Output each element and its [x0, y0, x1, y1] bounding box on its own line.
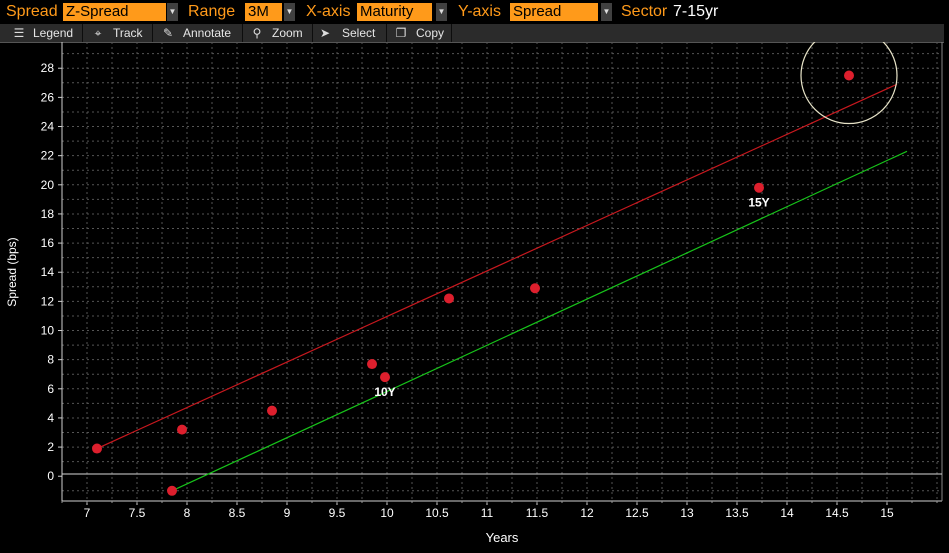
- x-tick-label: 10: [380, 506, 394, 520]
- data-point: [267, 405, 277, 416]
- x-tick-label: 9.5: [329, 506, 346, 520]
- y-tick-label: 14: [41, 265, 55, 279]
- x-tick-label: 8: [184, 506, 191, 520]
- y-tick-label: 6: [47, 382, 54, 396]
- y-tick-label: 28: [41, 61, 55, 75]
- clipboard-icon: ❐: [395, 26, 407, 40]
- y-tick-label: 18: [41, 207, 55, 221]
- x-tick-label: 7: [84, 506, 91, 520]
- sector-value: 7-15yr: [673, 3, 719, 20]
- data-point: [92, 443, 102, 454]
- x-tick-label: 14.5: [825, 506, 849, 520]
- x-tick-label: 12.5: [625, 506, 649, 520]
- x-tick-label: 8.5: [229, 506, 246, 520]
- data-point: [444, 293, 454, 304]
- data-point: [167, 485, 177, 496]
- copy-button[interactable]: ❐ Copy: [388, 24, 452, 42]
- y-tick-label: 24: [41, 120, 55, 134]
- zoom-button-label: Zoom: [272, 26, 303, 40]
- legend-button-label: Legend: [33, 26, 74, 40]
- scatter-chart[interactable]: 02468101214161820222426287 7.5 8 8.5 9 9.5 10 1…: [0, 42, 949, 553]
- copy-button-label: Copy: [416, 26, 445, 40]
- x-tick-label: 15: [880, 506, 894, 520]
- x-tick-label: 11.5: [526, 506, 549, 520]
- y-tick-label: 22: [41, 149, 55, 163]
- annotate-button[interactable]: ✎ Annotate: [154, 24, 243, 42]
- annotate-button-label: Annotate: [183, 26, 232, 40]
- data-points: 10Y 15Y: [92, 42, 898, 496]
- track-button[interactable]: ⌖ Track: [84, 24, 153, 42]
- gridlines: [62, 42, 942, 501]
- xaxis-dropdown[interactable]: Maturity: [357, 3, 432, 21]
- spread-dropdown[interactable]: Z-Spread: [63, 3, 166, 21]
- spread-label: Spread: [6, 3, 58, 20]
- y-tick-label: 0: [47, 469, 54, 483]
- y-tick-label: 26: [41, 90, 55, 104]
- yaxis-dropdown[interactable]: Spread: [510, 3, 598, 21]
- yaxis-dropdown-arrow-icon[interactable]: ▼: [601, 3, 612, 21]
- y-tick-label: 20: [41, 178, 55, 192]
- legend-icon: ☰: [13, 26, 25, 40]
- x-tick-label: 11: [481, 506, 494, 520]
- data-point: [177, 424, 187, 435]
- chart-toolbar: ☰ Legend ⌖ Track ✎ Annotate ⚲ Zoom ➤ Sel…: [0, 24, 944, 43]
- pencil-icon: ✎: [162, 26, 174, 40]
- x-tick-label: 14: [780, 506, 794, 520]
- y-tick-label: 12: [41, 294, 55, 308]
- select-button[interactable]: ➤ Select: [314, 24, 387, 42]
- y-axis-title: Spread (bps): [5, 237, 19, 306]
- spread-dropdown-arrow-icon[interactable]: ▼: [167, 3, 178, 21]
- data-point: [367, 359, 377, 370]
- data-point: [530, 283, 540, 294]
- top-control-bar: Spread Z-Spread ▼ Range 3M ▼ X-axis Matu…: [0, 0, 949, 24]
- data-point: [380, 372, 390, 383]
- data-point: [754, 182, 764, 193]
- select-button-label: Select: [342, 26, 376, 40]
- point-label: 10Y: [374, 385, 395, 399]
- track-button-label: Track: [113, 26, 143, 40]
- x-axis-title: Years: [486, 530, 519, 545]
- range-label: Range: [188, 3, 236, 20]
- legend-button[interactable]: ☰ Legend: [6, 24, 83, 42]
- sector-label: Sector: [621, 3, 668, 20]
- regression-lines: [96, 83, 908, 492]
- y-tick-label: 10: [41, 324, 55, 338]
- lower-fit-line: [171, 150, 908, 492]
- data-point: [844, 70, 854, 81]
- yaxis-label: Y-axis: [458, 3, 501, 20]
- upper-fit-line: [96, 83, 898, 450]
- xaxis-label: X-axis: [306, 3, 351, 20]
- zoom-button[interactable]: ⚲ Zoom: [244, 24, 313, 42]
- y-tick-label: 16: [41, 236, 55, 250]
- y-tick-label: 2: [47, 440, 54, 454]
- x-tick-label: 13: [680, 506, 694, 520]
- range-dropdown-arrow-icon[interactable]: ▼: [284, 3, 295, 21]
- point-label: 15Y: [748, 196, 769, 210]
- y-tick-label: 4: [47, 411, 54, 425]
- xaxis-dropdown-arrow-icon[interactable]: ▼: [436, 3, 447, 21]
- axis-ticks: 02468101214161820222426287 7.5 8 8.5 9 9.5 10 1…: [41, 61, 938, 520]
- crosshair-icon: ⌖: [94, 26, 102, 40]
- magnifier-icon: ⚲: [252, 26, 262, 40]
- x-tick-label: 13.5: [725, 506, 749, 520]
- y-tick-label: 8: [47, 353, 54, 367]
- cursor-arrow-icon: ➤: [319, 26, 331, 40]
- x-tick-label: 10.5: [425, 506, 449, 520]
- x-tick-label: 9: [284, 506, 291, 520]
- range-dropdown[interactable]: 3M: [245, 3, 282, 21]
- x-tick-label: 7.5: [129, 506, 146, 520]
- x-tick-label: 12: [580, 506, 594, 520]
